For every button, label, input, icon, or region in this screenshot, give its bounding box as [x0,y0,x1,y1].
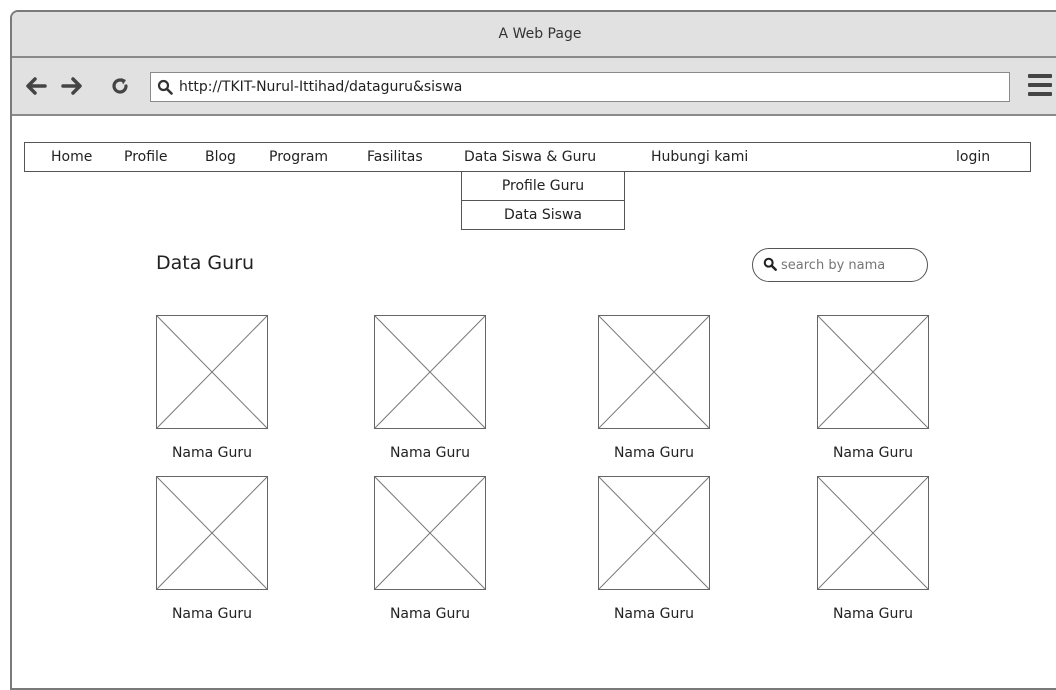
search-icon [763,256,777,275]
teacher-card[interactable]: Nama Guru [598,476,710,622]
window-titlebar: A Web Page [12,12,1056,58]
nav-data-siswa-guru[interactable]: Data Siswa & Guru [464,149,596,165]
teacher-name: Nama Guru [171,445,253,461]
url-input[interactable] [179,79,979,95]
nav-hubungi-kami[interactable]: Hubungi kami [651,149,748,165]
address-bar[interactable] [150,72,1010,102]
search-icon [151,79,179,95]
nav-fasilitas[interactable]: Fasilitas [367,149,423,165]
teacher-card[interactable]: Nama Guru [374,315,486,461]
back-arrow-icon[interactable] [22,72,50,100]
image-placeholder-icon [817,476,929,590]
dropdown-item-profile-guru[interactable]: Profile Guru [462,172,624,200]
login-link[interactable]: login [956,149,990,165]
page-title: Data Guru [156,252,255,274]
teacher-name: Nama Guru [832,445,914,461]
hamburger-menu-icon[interactable] [1028,74,1052,96]
teacher-card[interactable]: Nama Guru [374,476,486,622]
nav-profile[interactable]: Profile [124,149,168,165]
dropdown-item-data-siswa[interactable]: Data Siswa [462,200,624,229]
teacher-card[interactable]: Nama Guru [156,476,268,622]
image-placeholder-icon [374,476,486,590]
teacher-name: Nama Guru [389,445,471,461]
teacher-card[interactable]: Nama Guru [156,315,268,461]
nav-program[interactable]: Program [269,149,328,165]
image-placeholder-icon [156,476,268,590]
forward-arrow-icon[interactable] [58,72,86,100]
top-navigation-bar: Home Profile Blog Program Fasilitas Data… [24,142,1031,172]
image-placeholder-icon [598,315,710,429]
teacher-card[interactable]: Nama Guru [817,476,929,622]
reload-icon[interactable] [106,72,134,100]
image-placeholder-icon [374,315,486,429]
teacher-name: Nama Guru [613,606,695,622]
window-title: A Web Page [498,26,582,42]
teacher-name: Nama Guru [613,445,695,461]
nav-blog[interactable]: Blog [205,149,236,165]
data-siswa-guru-dropdown: Profile Guru Data Siswa [461,171,625,230]
image-placeholder-icon [817,315,929,429]
teacher-name: Nama Guru [389,606,471,622]
image-placeholder-icon [156,315,268,429]
teacher-card[interactable]: Nama Guru [817,315,929,461]
teacher-card[interactable]: Nama Guru [598,315,710,461]
nav-home[interactable]: Home [51,149,92,165]
image-placeholder-icon [598,476,710,590]
teacher-name: Nama Guru [171,606,253,622]
search-input[interactable] [781,257,911,273]
search-box[interactable] [752,248,928,282]
teacher-name: Nama Guru [832,606,914,622]
browser-toolbar [12,58,1056,116]
